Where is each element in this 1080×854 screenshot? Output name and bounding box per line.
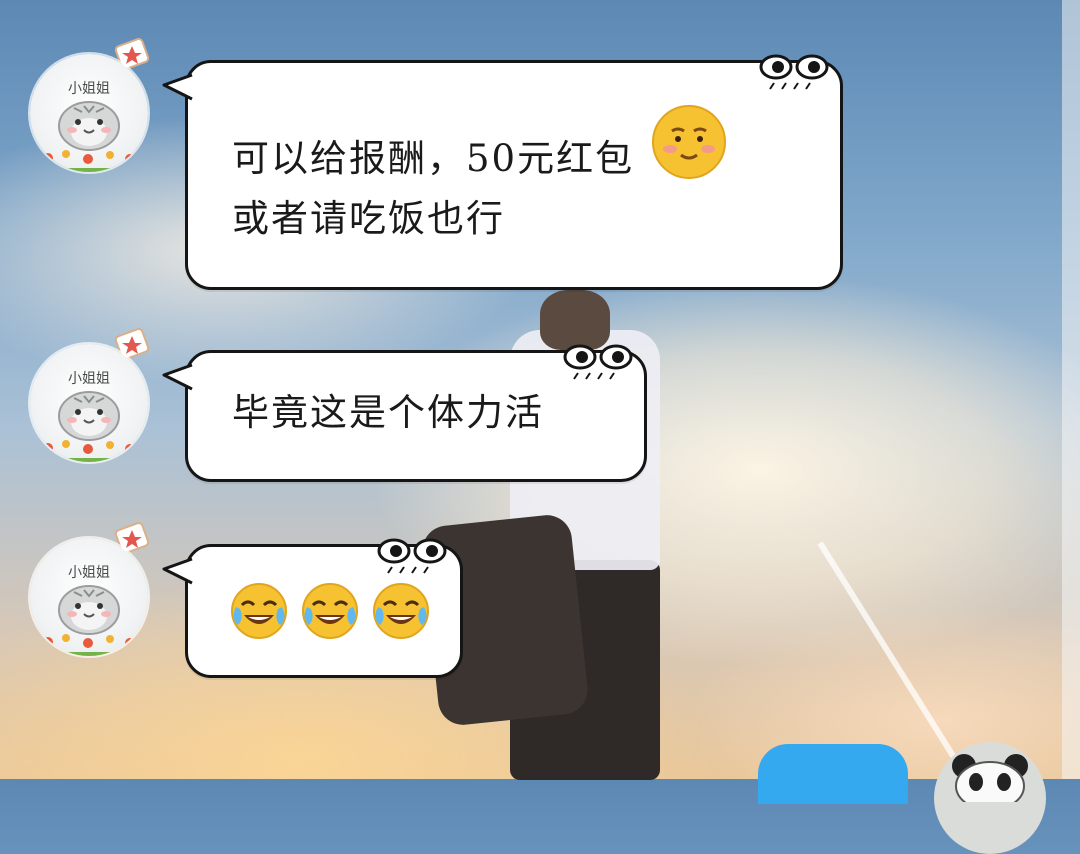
message-text-line: 可以给报酬，50元红包 (232, 137, 635, 180)
message-bubble[interactable] (162, 538, 463, 678)
bubble-eyes-decoration-icon (563, 344, 633, 380)
message-bubble[interactable]: 可以给报酬，50元红包 或者请吃饭也行 (162, 54, 843, 290)
bubble-eyes-decoration-icon (759, 54, 829, 90)
avatar-name-label: 小姐姐 (68, 81, 110, 97)
bubble-tail (162, 557, 193, 585)
avatar-name-label: 小姐姐 (68, 371, 110, 387)
tears-of-joy-emoji-icon (231, 583, 287, 639)
user-avatar[interactable] (934, 742, 1046, 854)
hamster-icon (58, 585, 120, 635)
flowers-icon (36, 440, 142, 462)
outgoing-message-bubble[interactable] (758, 744, 908, 804)
message-text-line: 或者请吃饭也行 (232, 197, 505, 240)
hamster-icon (58, 391, 120, 441)
hamster-icon (58, 101, 120, 151)
avatar-name-label: 小姐姐 (68, 565, 110, 581)
tears-of-joy-emoji-group (228, 581, 432, 647)
shy-smile-emoji-icon (651, 104, 726, 179)
flowers-icon (36, 634, 142, 656)
contact-avatar[interactable]: 小姐姐 (30, 32, 154, 172)
bubble-tail (162, 73, 193, 101)
bubble-tail (162, 363, 193, 391)
message-bubble[interactable]: 毕竟这是个体力活 (162, 344, 647, 482)
panda-icon (952, 754, 1028, 802)
background-frame (1062, 0, 1080, 779)
tears-of-joy-emoji-icon (373, 583, 430, 639)
contact-avatar[interactable]: 小姐姐 (30, 322, 154, 462)
contact-avatar[interactable]: 小姐姐 (30, 516, 154, 656)
tears-of-joy-emoji-icon (302, 583, 359, 639)
message-text-line: 毕竟这是个体力活 (232, 391, 544, 434)
flowers-icon (36, 150, 142, 172)
bubble-eyes-decoration-icon (377, 538, 447, 574)
